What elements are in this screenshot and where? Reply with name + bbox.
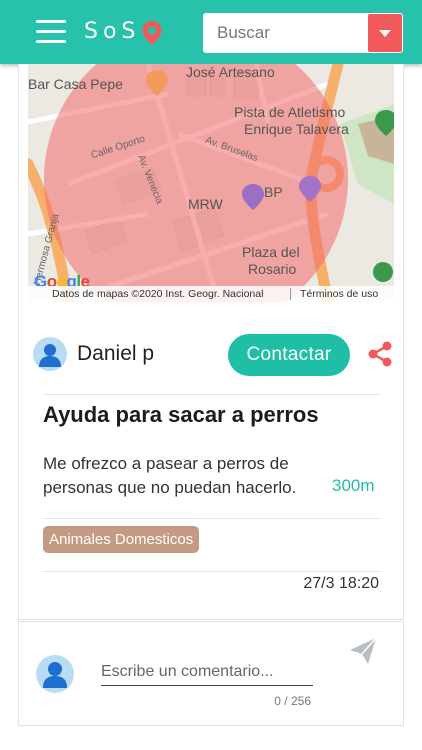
search-box	[203, 13, 403, 53]
location-pin-icon	[142, 21, 162, 45]
map-label-jose-artesano: José Artesano	[186, 64, 275, 80]
user-avatar[interactable]	[33, 337, 67, 371]
post-description: Me ofrezco a pasear a perros de personas…	[43, 454, 297, 497]
map-label-mrw: MRW	[188, 196, 223, 212]
divider	[43, 571, 381, 572]
attribution-divider	[290, 288, 291, 300]
map-label-pista-line2: Enrique Talavera	[244, 121, 349, 137]
comment-section: 0 / 256	[18, 621, 404, 726]
send-icon[interactable]	[348, 636, 378, 666]
post-distance: 300m	[332, 476, 375, 495]
menu-icon[interactable]	[36, 20, 66, 44]
map-canvas	[28, 64, 394, 302]
divider	[43, 518, 381, 519]
post-title: Ayuda para sacar a perros	[43, 402, 319, 427]
divider	[43, 394, 381, 395]
map-attribution: Datos de mapas ©2020 Inst. Geogr. Nacion…	[52, 288, 264, 300]
app-brand: SoS	[84, 19, 141, 44]
search-input[interactable]	[203, 13, 367, 53]
post-card: Bar Casa Pepe José Artesano Pista de Atl…	[18, 64, 404, 620]
map-label-bp: BP	[264, 184, 283, 200]
map-label-pista-line1: Pista de Atletismo	[234, 104, 346, 120]
user-icon	[43, 662, 67, 688]
category-tag[interactable]: Animales Domesticos	[43, 526, 200, 553]
chevron-down-icon	[379, 29, 391, 37]
map-label-plaza-line2: Rosario	[248, 261, 297, 277]
user-icon	[39, 344, 61, 367]
map-label-plaza-line1: Plaza del	[242, 244, 300, 260]
map-view[interactable]: Bar Casa Pepe José Artesano Pista de Atl…	[28, 64, 394, 302]
top-app-bar: SoS	[0, 0, 422, 64]
commenter-avatar	[36, 655, 74, 693]
author-name[interactable]: Daniel p	[77, 342, 154, 366]
share-icon[interactable]	[366, 340, 394, 368]
comment-input[interactable]	[101, 658, 313, 686]
post-date: 27/3 18:20	[303, 575, 379, 592]
map-attribution-bar: Datos de mapas ©2020 Inst. Geogr. Nacion…	[28, 286, 394, 302]
contact-button[interactable]: Contactar	[228, 334, 350, 376]
search-dropdown-button[interactable]	[368, 14, 402, 52]
character-counter: 0 / 256	[274, 694, 311, 708]
post-author-row: Daniel p Contactar	[33, 334, 394, 376]
map-label-bar-casa-pepe: Bar Casa Pepe	[28, 76, 123, 92]
map-terms-link[interactable]: Términos de uso	[300, 288, 378, 300]
